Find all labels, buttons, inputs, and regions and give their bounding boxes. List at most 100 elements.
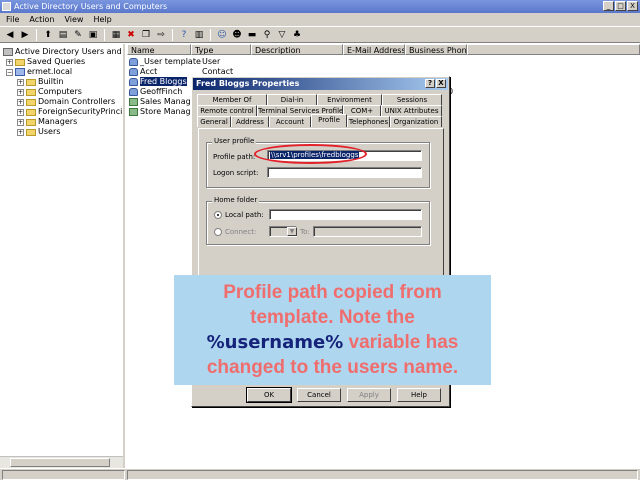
tab-account[interactable]: Account — [269, 116, 311, 127]
cancel-button[interactable]: Cancel — [297, 388, 341, 402]
tutorial-callout: Profile path copied from template. Note … — [174, 275, 491, 385]
column-header-filler — [467, 44, 640, 55]
connect-to-field[interactable] — [313, 226, 422, 237]
home-folder-group-label: Home folder — [212, 196, 260, 204]
tree-item-root[interactable]: Active Directory Users and Compu — [3, 47, 123, 57]
tab-organization[interactable]: Organization — [390, 116, 442, 127]
folder-icon — [26, 118, 36, 126]
user-icon — [129, 68, 138, 76]
add-to-group-icon[interactable]: ⚲ — [261, 29, 273, 41]
scrollbar-thumb[interactable] — [10, 458, 110, 467]
ad-root-icon — [3, 48, 13, 56]
apply-button[interactable]: Apply — [347, 388, 391, 402]
tab-telephones[interactable]: Telephones — [347, 116, 390, 127]
back-icon[interactable]: ◀ — [4, 29, 16, 41]
menu-file[interactable]: File — [6, 13, 19, 26]
tab-address[interactable]: Address — [231, 116, 269, 127]
column-header-email[interactable]: E-Mail Address — [343, 44, 405, 55]
expand-icon[interactable]: + — [6, 58, 13, 66]
column-header-name[interactable]: Name — [127, 44, 191, 55]
local-path-label: Local path: — [225, 211, 264, 219]
logon-script-field[interactable] — [267, 167, 422, 178]
tree-pane[interactable]: Active Directory Users and Compu + Saved… — [0, 44, 125, 468]
toolbar-separator — [210, 28, 211, 41]
menu-view[interactable]: View — [64, 13, 83, 26]
export-icon[interactable]: ▣ — [87, 29, 99, 41]
folder-icon — [26, 88, 36, 96]
tab-dial-in[interactable]: Dial-in — [267, 94, 317, 105]
column-header-description[interactable]: Description — [251, 44, 343, 55]
tree-item-computers[interactable]: + Computers — [17, 87, 82, 97]
domain-icon — [15, 68, 25, 76]
column-headers: Name Type Description E-Mail Address Bus… — [127, 44, 640, 55]
close-button[interactable]: X — [627, 1, 638, 11]
column-header-phone[interactable]: Business Phone — [405, 44, 467, 55]
new-user-icon[interactable]: ? — [178, 29, 190, 41]
column-header-type[interactable]: Type — [191, 44, 251, 55]
connect-label: Connect: — [225, 228, 257, 236]
tree-horizontal-scrollbar[interactable] — [0, 456, 123, 468]
filter-icon[interactable]: ☻ — [231, 29, 243, 41]
properties-icon[interactable]: ▦ — [110, 29, 122, 41]
tree-item-managers[interactable]: + Managers — [17, 117, 77, 127]
copy-icon[interactable]: ❐ — [140, 29, 152, 41]
folder-icon — [26, 108, 36, 116]
new-group-icon[interactable]: ▥ — [193, 29, 205, 41]
user-profile-group-label: User profile — [212, 137, 257, 145]
details-icon[interactable]: ▤ — [57, 29, 69, 41]
app-icon — [2, 2, 11, 11]
tab-member-of[interactable]: Member Of — [197, 94, 267, 105]
tree-item-builtin[interactable]: + Builtin — [17, 77, 63, 87]
find-icon[interactable]: ▬ — [246, 29, 258, 41]
tab-general[interactable]: General — [197, 116, 231, 127]
expand-icon[interactable]: + — [17, 128, 24, 136]
menu-action[interactable]: Action — [29, 13, 54, 26]
tab-com-plus[interactable]: COM+ — [343, 105, 381, 116]
local-path-radio[interactable] — [214, 211, 222, 219]
status-pane — [2, 470, 125, 480]
tree-item-foreign-security-principals[interactable]: + ForeignSecurityPrincipals — [17, 107, 123, 117]
maximize-button[interactable]: □ — [615, 1, 626, 11]
tree-item-saved-queries[interactable]: + Saved Queries — [6, 57, 85, 67]
ok-button[interactable]: OK — [246, 387, 292, 403]
user-icon — [129, 88, 138, 96]
expand-icon[interactable]: + — [17, 118, 24, 126]
tab-environment[interactable]: Environment — [317, 94, 382, 105]
forward-icon[interactable]: ▶ — [19, 29, 31, 41]
tab-unix-attributes[interactable]: UNIX Attributes — [381, 105, 442, 116]
expand-icon[interactable]: + — [17, 108, 24, 116]
minimize-button[interactable]: _ — [603, 1, 614, 11]
filter-options-icon[interactable]: ♣ — [291, 29, 303, 41]
new-ou-icon[interactable]: ☺ — [216, 29, 228, 41]
up-folder-icon[interactable]: ⬆ — [42, 29, 54, 41]
profile-path-label: Profile path: — [213, 153, 256, 161]
tree-item-domain-controllers[interactable]: + Domain Controllers — [17, 97, 115, 107]
dialog-help-button[interactable]: ? — [425, 79, 435, 88]
dialog-title-bar[interactable]: Fred Bloggs Properties ? X — [193, 78, 448, 90]
help-icon[interactable]: ⇨ — [155, 29, 167, 41]
list-item[interactable]: _User template User — [129, 57, 242, 67]
expand-icon[interactable]: + — [17, 88, 24, 96]
refresh-icon[interactable]: ✎ — [72, 29, 84, 41]
tab-remote-control[interactable]: Remote control — [197, 105, 257, 116]
expand-icon[interactable]: + — [17, 78, 24, 86]
local-path-field[interactable] — [269, 209, 422, 220]
tab-sessions[interactable]: Sessions — [382, 94, 442, 105]
user-icon — [129, 58, 138, 66]
logon-script-label: Logon script: — [213, 169, 259, 177]
menu-help[interactable]: Help — [93, 13, 111, 26]
new-contact-icon[interactable]: ▽ — [276, 29, 288, 41]
tab-profile[interactable]: Profile — [311, 114, 347, 127]
help-button[interactable]: Help — [397, 388, 441, 402]
delete-icon[interactable]: ✖ — [125, 29, 137, 41]
connect-radio[interactable] — [214, 228, 222, 236]
expand-icon[interactable]: + — [17, 98, 24, 106]
tree-item-domain[interactable]: − ermet.local — [6, 67, 72, 77]
dialog-close-button[interactable]: X — [436, 79, 446, 88]
group-icon — [129, 98, 138, 106]
home-folder-group: Home folder — [206, 196, 430, 245]
chevron-down-icon[interactable]: ▼ — [287, 227, 297, 236]
collapse-icon[interactable]: − — [6, 68, 13, 76]
folder-icon — [26, 78, 36, 86]
tree-item-users[interactable]: + Users — [17, 127, 60, 137]
